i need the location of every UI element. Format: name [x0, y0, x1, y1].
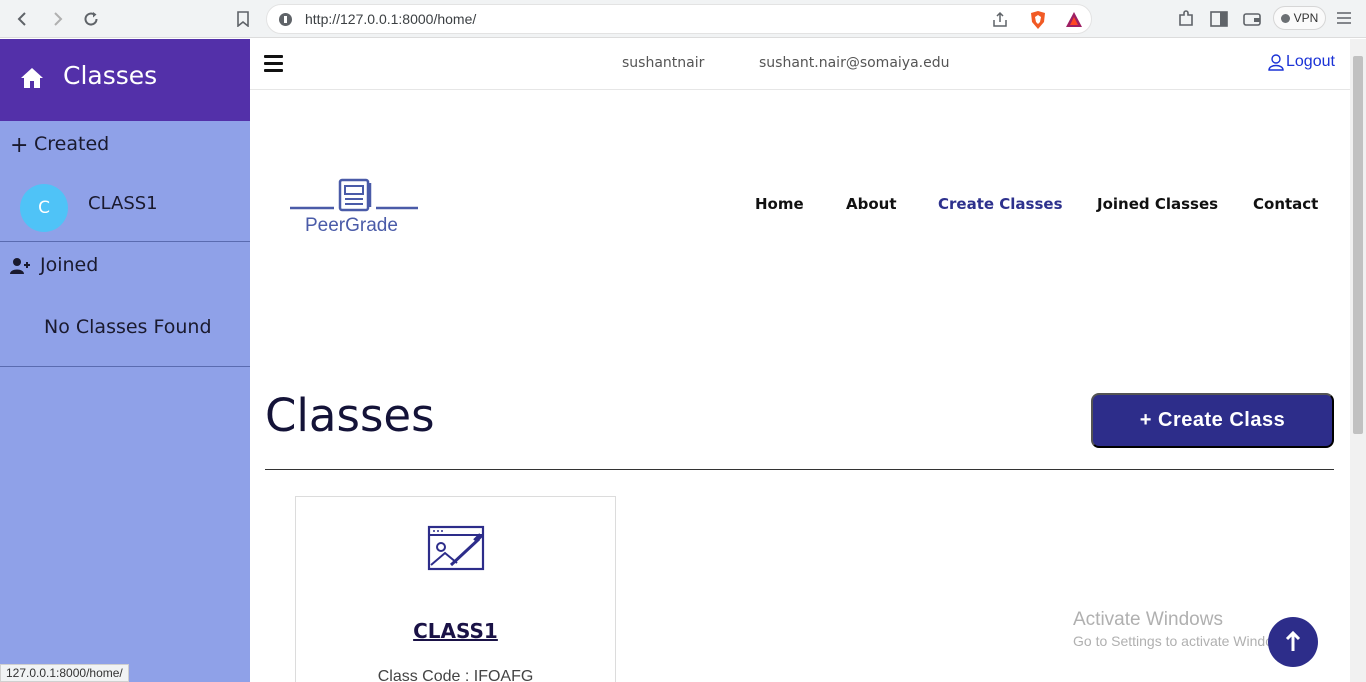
top-bar: sushantnair sushant.nair@somaiya.edu Log… — [250, 39, 1350, 90]
vpn-label: VPN — [1293, 11, 1319, 25]
menu-icon[interactable] — [1335, 9, 1355, 29]
logout-link[interactable]: Logout — [1268, 53, 1335, 71]
class-card[interactable]: CLASS1 Class Code : IFOAFG — [295, 496, 616, 682]
nav-create-classes[interactable]: Create Classes — [938, 195, 1063, 213]
created-section-label[interactable]: Created — [34, 133, 109, 155]
arrow-up-icon — [1285, 631, 1301, 651]
sidebar: Classes + Created C CLASS1 Joined No Cla… — [0, 39, 250, 682]
address-text[interactable]: http://127.0.0.1:8000/home/ — [305, 11, 476, 27]
sidebar-class-label: CLASS1 — [88, 193, 158, 214]
nav-joined-classes[interactable]: Joined Classes — [1097, 195, 1218, 213]
forward-icon[interactable] — [45, 7, 69, 31]
vpn-button[interactable]: VPN — [1273, 6, 1326, 30]
user-plus-icon — [10, 257, 32, 279]
bat-rewards-icon[interactable] — [1065, 11, 1083, 29]
hamburger-menu-icon[interactable] — [264, 55, 284, 73]
user-icon — [1268, 53, 1284, 71]
watermark-subtitle: Go to Settings to activate Windows. — [1073, 633, 1294, 649]
page-scrollbar[interactable] — [1350, 39, 1366, 682]
sidebar-divider — [0, 366, 250, 367]
status-url-bar: 127.0.0.1:8000/home/ — [0, 664, 129, 682]
user-email: sushant.nair@somaiya.edu — [759, 55, 950, 71]
browser-toolbar: http://127.0.0.1:8000/home/ VPN — [0, 0, 1366, 38]
sidebar-divider — [0, 241, 250, 242]
peergrade-logo[interactable]: PeerGrade — [290, 177, 420, 239]
brave-shield-icon[interactable] — [1029, 10, 1047, 30]
nav-home[interactable]: Home — [755, 195, 804, 213]
create-class-button[interactable]: + Create Class — [1091, 393, 1334, 448]
sidebar-toggle-icon[interactable] — [1209, 9, 1229, 29]
plus-icon: + — [10, 133, 29, 158]
bookmark-icon[interactable] — [231, 7, 255, 31]
back-icon[interactable] — [11, 7, 35, 31]
username: sushantnair — [622, 55, 705, 71]
scroll-to-top-button[interactable] — [1268, 617, 1318, 667]
class-code: Class Code : IFOAFG — [377, 668, 534, 682]
reload-icon[interactable] — [79, 7, 103, 31]
page-title: Classes — [265, 389, 435, 442]
logo-text: PeerGrade — [305, 215, 398, 236]
watermark-title: Activate Windows — [1073, 609, 1223, 630]
class-image-icon — [427, 525, 485, 575]
address-bar[interactable]: http://127.0.0.1:8000/home/ — [266, 4, 1092, 34]
no-classes-message: No Classes Found — [44, 316, 212, 338]
extensions-icon[interactable] — [1176, 9, 1196, 29]
vpn-status-icon — [1280, 13, 1290, 23]
logo-book-icon — [290, 178, 418, 212]
home-icon — [20, 67, 44, 93]
activate-windows-watermark: Activate Windows Go to Settings to activ… — [1073, 609, 1294, 649]
joined-section-label[interactable]: Joined — [40, 254, 98, 276]
avatar: C — [20, 184, 68, 232]
nav-about[interactable]: About — [846, 195, 897, 213]
sidebar-header[interactable]: Classes — [0, 39, 250, 121]
logout-label: Logout — [1286, 53, 1335, 70]
sidebar-title: Classes — [63, 61, 158, 90]
class-card-title[interactable]: CLASS1 — [296, 619, 615, 643]
main-content: sushantnair sushant.nair@somaiya.edu Log… — [250, 39, 1350, 682]
wallet-icon[interactable] — [1242, 9, 1262, 29]
scrollbar-thumb[interactable] — [1353, 56, 1363, 434]
section-divider — [265, 469, 1334, 470]
nav-contact[interactable]: Contact — [1253, 195, 1318, 213]
share-icon[interactable] — [991, 11, 1009, 33]
site-info-icon[interactable] — [279, 13, 292, 26]
